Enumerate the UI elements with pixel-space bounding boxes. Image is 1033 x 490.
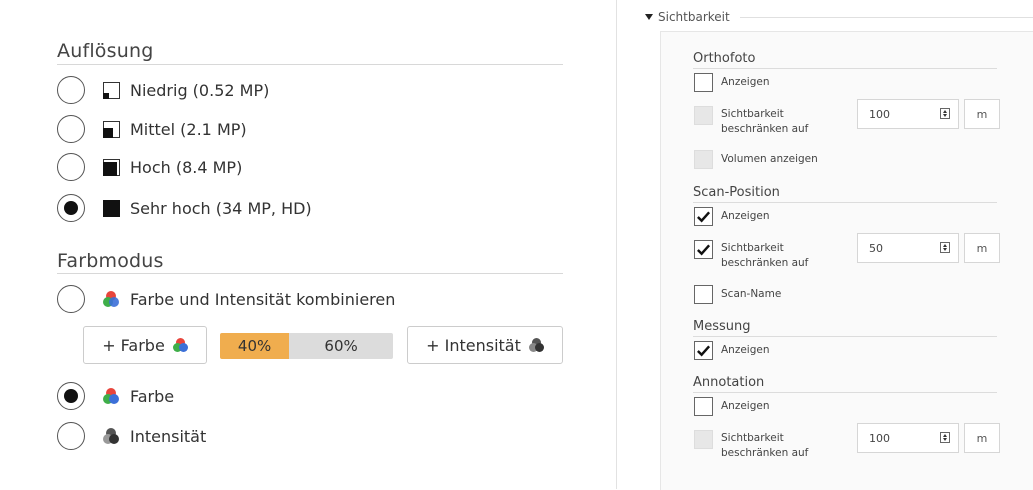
spinner-icon[interactable] (940, 108, 950, 119)
intensity-icon (103, 427, 120, 445)
scan-position-limit-unit: m (964, 233, 1000, 263)
color-mode-option-label: Intensität (130, 426, 207, 446)
resolution-divider (57, 64, 563, 65)
annotation-show-checkbox[interactable] (694, 397, 713, 416)
orthophoto-limit-input[interactable]: 100 (857, 99, 959, 129)
annotation-limit-unit: m (964, 423, 1000, 453)
color-mode-option-intensity[interactable]: Intensität (57, 421, 206, 451)
add-intensity-button[interactable]: + Intensität (407, 326, 563, 364)
visibility-header-label: Sichtbarkeit (658, 10, 730, 24)
group-divider (693, 68, 997, 69)
scan-position-limit-input[interactable]: 50 (857, 233, 959, 263)
measurement-show-label: Anzeigen (721, 344, 770, 356)
color-mode-option-label: Farbe (130, 386, 175, 406)
color-mode-option-combined[interactable]: Farbe und Intensität kombinieren (57, 284, 395, 314)
color-mode-option-label: Farbe und Intensität kombinieren (130, 289, 396, 309)
resolution-very-high-icon (103, 199, 120, 217)
orthophoto-limit-value: 100 (869, 107, 890, 121)
orthophoto-volume-label: Volumen anzeigen (721, 153, 818, 165)
color-mode-title: Farbmodus (57, 250, 164, 272)
annotation-limit-label: Sichtbarkeit beschränken auf (721, 432, 809, 459)
group-title-orthophoto: Orthofoto (693, 51, 756, 66)
color-ratio-segment: 40% (220, 333, 290, 359)
spinner-icon[interactable] (940, 242, 950, 253)
orthophoto-limit-unit: m (964, 99, 1000, 129)
resolution-low-icon (103, 81, 120, 99)
orthophoto-limit-label: Sichtbarkeit beschränken auf (721, 108, 809, 135)
intensity-icon (528, 337, 544, 353)
radio-button[interactable] (57, 153, 85, 181)
scan-position-limit-value: 50 (869, 241, 883, 255)
resolution-option-label: Sehr hoch (34 MP, HD) (130, 198, 312, 218)
group-title-scan-position: Scan-Position (693, 185, 780, 200)
intensity-ratio-segment: 60% (289, 333, 393, 359)
add-intensity-label: + Intensität (426, 335, 521, 355)
color-icon (103, 387, 120, 405)
visibility-header-divider (740, 17, 1033, 18)
radio-button[interactable] (57, 422, 85, 450)
group-divider (693, 336, 997, 337)
checkmark-icon (697, 244, 711, 256)
resolution-option-low[interactable]: Niedrig (0.52 MP) (57, 75, 269, 105)
group-divider (693, 392, 997, 393)
scan-position-limit-checkbox[interactable] (694, 240, 713, 259)
export-settings-panel: Auflösung Niedrig (0.52 MP) Mittel (2.1 … (0, 0, 600, 489)
radio-button-selected[interactable] (57, 194, 85, 222)
group-title-measurement: Messung (693, 319, 751, 334)
radio-button[interactable] (57, 285, 85, 313)
visibility-panel: Sichtbarkeit Orthofoto Anzeigen Sichtbar… (617, 0, 1033, 490)
resolution-high-icon (103, 158, 120, 176)
orthophoto-show-label: Anzeigen (721, 76, 770, 88)
annotation-show-label: Anzeigen (721, 400, 770, 412)
checkmark-icon (697, 211, 711, 223)
scan-name-checkbox[interactable] (694, 285, 713, 304)
orthophoto-volume-checkbox[interactable] (694, 150, 713, 169)
spinner-icon[interactable] (940, 432, 950, 443)
scan-position-show-checkbox[interactable] (694, 207, 713, 226)
caret-down-icon (645, 14, 653, 20)
color-intensity-icon (103, 290, 120, 308)
group-divider (693, 202, 997, 203)
scan-position-limit-label: Sichtbarkeit beschränken auf (721, 242, 809, 269)
resolution-option-very-high[interactable]: Sehr hoch (34 MP, HD) (57, 193, 312, 223)
radio-button-selected[interactable] (57, 382, 85, 410)
resolution-option-medium[interactable]: Mittel (2.1 MP) (57, 114, 247, 144)
color-intensity-ratio-slider[interactable]: 40% 60% (220, 333, 393, 359)
resolution-option-label: Niedrig (0.52 MP) (130, 80, 270, 100)
add-color-button[interactable]: + Farbe (83, 326, 207, 364)
scan-name-label: Scan-Name (721, 288, 782, 300)
checkmark-icon (697, 345, 711, 357)
orthophoto-show-checkbox[interactable] (694, 73, 713, 92)
resolution-option-high[interactable]: Hoch (8.4 MP) (57, 152, 242, 182)
annotation-limit-value: 100 (869, 431, 890, 445)
annotation-limit-input[interactable]: 100 (857, 423, 959, 453)
color-mode-divider (57, 273, 563, 274)
resolution-option-label: Mittel (2.1 MP) (130, 119, 247, 139)
resolution-medium-icon (103, 120, 120, 138)
resolution-option-label: Hoch (8.4 MP) (130, 157, 243, 177)
scan-position-show-label: Anzeigen (721, 210, 770, 222)
resolution-title: Auflösung (57, 40, 154, 62)
color-icon (172, 337, 188, 353)
add-color-label: + Farbe (102, 335, 165, 355)
annotation-limit-checkbox[interactable] (694, 430, 713, 449)
color-mode-option-color[interactable]: Farbe (57, 381, 174, 411)
group-title-annotation: Annotation (693, 375, 765, 390)
visibility-section-toggle[interactable]: Sichtbarkeit (645, 10, 730, 24)
measurement-show-checkbox[interactable] (694, 341, 713, 360)
radio-button[interactable] (57, 115, 85, 143)
radio-button[interactable] (57, 76, 85, 104)
orthophoto-limit-checkbox[interactable] (694, 106, 713, 125)
